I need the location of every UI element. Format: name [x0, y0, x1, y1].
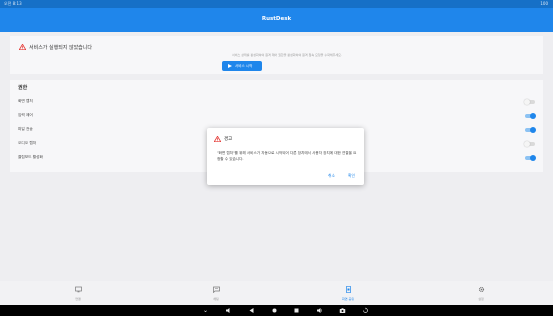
nav-item-screen-share[interactable]: 화면 공유: [303, 281, 393, 305]
warning-title: 서비스가 실행되지 않았습니다: [29, 45, 92, 51]
nav-label: 연결: [75, 297, 81, 301]
dialog-message: "화면 캡처"를 위해 서비스가 자동으로 시작되어 다른 장치에서 사용자 장…: [217, 151, 357, 161]
permission-label: 입력 제어: [18, 113, 33, 117]
phone-share-icon: [346, 286, 351, 293]
back-icon[interactable]: [248, 307, 255, 314]
permission-label: 화면 캡처: [18, 99, 33, 103]
chat-icon: [213, 286, 220, 293]
recents-icon[interactable]: [293, 307, 300, 314]
warning-icon: [214, 136, 221, 142]
nav-item-connect[interactable]: 연결: [33, 281, 123, 305]
volume-down-icon[interactable]: [225, 307, 232, 314]
toggle-knob: [524, 98, 530, 105]
service-warning-card: 서비스가 실행되지 않았습니다 서비스 상태를 활성화하여 원격 제어 권한을 …: [10, 36, 543, 74]
permission-toggle[interactable]: [525, 126, 536, 133]
permission-label: 클립보드 활성화: [18, 155, 43, 159]
camera-icon[interactable]: [339, 307, 346, 314]
system-navigation-bar: ⌄: [0, 305, 553, 316]
toggle-knob: [524, 140, 530, 147]
toggle-knob: [530, 154, 536, 161]
volume-up-icon[interactable]: [316, 307, 323, 314]
nav-item-settings[interactable]: 설정: [436, 281, 526, 305]
permission-label: 오디오 캡처: [18, 141, 37, 145]
nav-label: 설정: [478, 297, 484, 301]
dialog-cancel-button[interactable]: 취소: [328, 173, 335, 179]
dialog-confirm-button[interactable]: 확인: [348, 173, 355, 179]
nav-label: 화면 공유: [342, 297, 354, 301]
start-service-label: 서비스 시작: [235, 64, 253, 68]
battery-level: 100: [540, 1, 548, 6]
status-time: 오전 8:13: [4, 1, 22, 6]
app-bar: RustDesk: [0, 8, 553, 32]
keyboard-hide-icon[interactable]: ⌄: [202, 307, 209, 314]
permission-toggle[interactable]: [524, 98, 535, 105]
permission-label: 파일 전송: [18, 127, 33, 131]
permissions-title: 권한: [18, 85, 28, 91]
play-icon: [228, 63, 232, 68]
permission-toggle[interactable]: [524, 140, 535, 147]
start-service-button[interactable]: 서비스 시작: [222, 61, 262, 71]
warning-description: 서비스 상태를 활성화하여 원격 제어 권한을 활성화하여 원격 접속 요청을 …: [232, 53, 342, 57]
permission-toggle[interactable]: [525, 112, 536, 119]
nav-label: 채팅: [213, 297, 219, 301]
gear-icon: [478, 286, 485, 293]
permission-row: 입력 제어: [10, 109, 543, 123]
monitor-icon: [75, 286, 82, 293]
warning-icon: [19, 44, 26, 50]
permission-toggle[interactable]: [525, 154, 536, 161]
app-title: RustDesk: [261, 16, 292, 22]
toggle-knob: [530, 126, 536, 133]
rotate-icon[interactable]: [362, 307, 369, 314]
nav-item-chat[interactable]: 채팅: [171, 281, 261, 305]
dialog-title: 경고: [224, 137, 233, 142]
system-status-bar: 오전 8:13 100: [0, 0, 553, 8]
toggle-knob: [530, 112, 536, 119]
warning-dialog: 경고 "화면 캡처"를 위해 서비스가 자동으로 시작되어 다른 장치에서 사용…: [207, 128, 364, 185]
permission-row: 화면 캡처: [10, 95, 543, 109]
home-icon[interactable]: [271, 307, 278, 314]
bottom-navigation: 연결 채팅 화면 공유 설정: [0, 281, 553, 305]
